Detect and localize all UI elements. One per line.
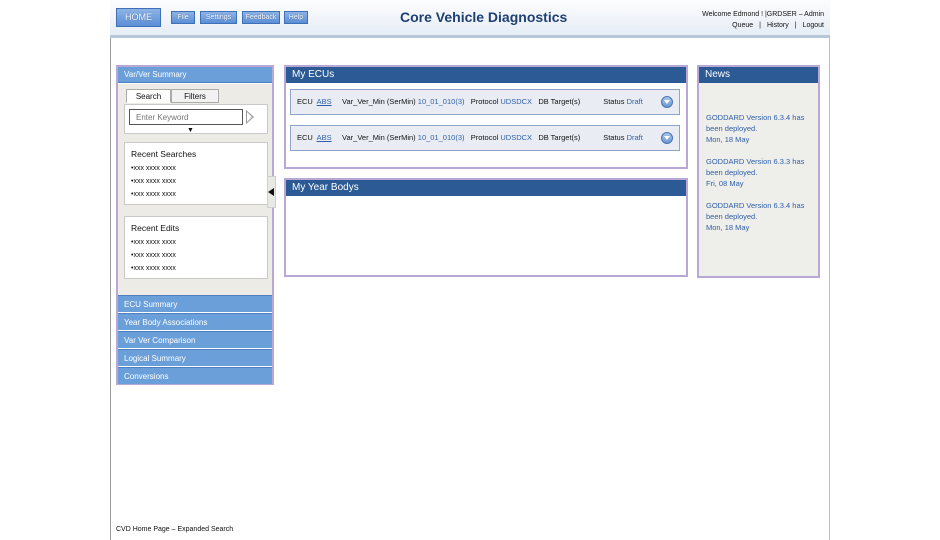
sidebar-body: Search Filters ▼ Recent Searches •xxx xx… bbox=[118, 84, 272, 295]
protocol-label: Protocol bbox=[470, 97, 499, 106]
separator: | bbox=[759, 22, 761, 29]
protocol-label: Protocol bbox=[470, 133, 499, 142]
search-box: ▼ bbox=[124, 104, 268, 134]
search-go-arrow-icon[interactable] bbox=[246, 110, 254, 124]
recent-searches-title: Recent Searches bbox=[131, 149, 197, 159]
protocol-value: UDSDCX bbox=[500, 133, 533, 142]
status-value: Draft bbox=[626, 133, 643, 142]
collapse-sidebar-icon[interactable] bbox=[267, 176, 276, 208]
my-ecus-title: My ECUs bbox=[286, 67, 686, 83]
var-ver-label: Var_Ver_Min (SerMin) bbox=[342, 133, 416, 142]
var-ver-label: Var_Ver_Min (SerMin) bbox=[342, 97, 416, 106]
news-text: GODDARD Version 6.3.4 has been deployed. bbox=[706, 201, 805, 221]
settings-menu-button[interactable]: Settings bbox=[200, 11, 237, 24]
feedback-menu-button[interactable]: Feedback bbox=[242, 11, 280, 24]
page-caption: CVD Home Page – Expanded Search bbox=[116, 526, 234, 533]
queue-link[interactable]: Queue bbox=[732, 22, 753, 29]
db-target-label: DB Target(s) bbox=[538, 133, 581, 142]
ecu-label: ECU bbox=[297, 133, 313, 142]
protocol-value: UDSDCX bbox=[500, 97, 533, 106]
news-date: Fri, 08 May bbox=[706, 179, 744, 188]
var-ver-value: 10_01_010(3) bbox=[417, 97, 465, 106]
ecu-row: ECU ABS Var_Ver_Min (SerMin) 10_01_010(3… bbox=[290, 89, 680, 115]
ecu-row: ECU ABS Var_Ver_Min (SerMin) 10_01_010(3… bbox=[290, 125, 680, 151]
tab-search[interactable]: Search bbox=[126, 89, 171, 103]
list-item[interactable]: •xxx xxxx xxxx bbox=[131, 175, 261, 188]
news-item[interactable]: GODDARD Version 6.3.4 has been deployed.… bbox=[706, 112, 812, 145]
news-panel: News GODDARD Version 6.3.4 has been depl… bbox=[697, 65, 820, 278]
tab-filters[interactable]: Filters bbox=[171, 89, 219, 103]
news-item[interactable]: GODDARD Version 6.3.3 has been deployed.… bbox=[706, 156, 812, 189]
keyword-input[interactable] bbox=[129, 109, 243, 125]
separator: | bbox=[794, 22, 797, 29]
ecu-link[interactable]: ABS bbox=[317, 97, 332, 106]
db-target-label: DB Target(s) bbox=[538, 97, 581, 106]
top-links: Queue | History | Logout bbox=[732, 22, 824, 29]
sidebar-item-year-body-associations[interactable]: Year Body Associations bbox=[118, 313, 272, 330]
sidebar-item-ecu-summary[interactable]: ECU Summary bbox=[118, 295, 272, 312]
my-ecus-panel: My ECUs ECU ABS Var_Ver_Min (SerMin) 10_… bbox=[284, 65, 688, 169]
news-text: GODDARD Version 6.3.4 has been deployed. bbox=[706, 113, 805, 133]
ecu-label: ECU bbox=[297, 97, 313, 106]
recent-searches-box: Recent Searches •xxx xxxx xxxx •xxx xxxx… bbox=[124, 142, 268, 205]
my-year-bodys-title: My Year Bodys bbox=[286, 180, 686, 196]
sidebar-item-conversions[interactable]: Conversions bbox=[118, 367, 272, 384]
news-item[interactable]: GODDARD Version 6.3.4 has been deployed.… bbox=[706, 200, 812, 233]
welcome-text: Welcome Edmond ! |GRDSER – Admin bbox=[702, 11, 824, 18]
ecu-link[interactable]: ABS bbox=[317, 133, 332, 142]
news-text: GODDARD Version 6.3.3 has been deployed. bbox=[706, 157, 805, 177]
status-label: Status bbox=[603, 97, 625, 106]
home-button[interactable]: HOME bbox=[116, 8, 161, 27]
news-list: GODDARD Version 6.3.4 has been deployed.… bbox=[699, 83, 818, 233]
app-title: Core Vehicle Diagnostics bbox=[400, 9, 568, 25]
my-year-bodys-panel: My Year Bodys bbox=[284, 178, 688, 277]
var-ver-summary-panel: Var/Ver Summary Search Filters ▼ Recent … bbox=[116, 65, 274, 385]
expand-row-icon[interactable] bbox=[661, 132, 673, 144]
list-item[interactable]: •xxx xxxx xxxx bbox=[131, 249, 261, 262]
sidebar-item-var-ver-comparison[interactable]: Var Ver Comparison bbox=[118, 331, 272, 348]
list-item[interactable]: •xxx xxxx xxxx bbox=[131, 262, 261, 275]
list-item[interactable]: •xxx xxxx xxxx bbox=[131, 236, 261, 249]
list-item[interactable]: •xxx xxxx xxxx bbox=[131, 188, 261, 201]
list-item[interactable]: •xxx xxxx xxxx bbox=[131, 162, 261, 175]
logout-link[interactable]: Logout bbox=[803, 22, 824, 29]
news-date: Mon, 18 May bbox=[706, 223, 750, 232]
news-date: Mon, 18 May bbox=[706, 135, 750, 144]
var-ver-summary-header[interactable]: Var/Ver Summary bbox=[118, 67, 272, 83]
news-title: News bbox=[699, 67, 818, 83]
history-link[interactable]: History bbox=[767, 22, 789, 29]
caret-down-icon[interactable]: ▼ bbox=[187, 127, 194, 134]
recent-edits-title: Recent Edits bbox=[131, 223, 180, 233]
help-menu-button[interactable]: Help bbox=[284, 11, 308, 24]
status-label: Status bbox=[603, 133, 625, 142]
var-ver-value: 10_01_010(3) bbox=[417, 133, 465, 142]
recent-edits-box: Recent Edits •xxx xxxx xxxx •xxx xxxx xx… bbox=[124, 216, 268, 279]
sidebar-item-logical-summary[interactable]: Logical Summary bbox=[118, 349, 272, 366]
expand-row-icon[interactable] bbox=[661, 96, 673, 108]
status-value: Draft bbox=[626, 97, 643, 106]
file-menu-button[interactable]: File bbox=[171, 11, 195, 24]
